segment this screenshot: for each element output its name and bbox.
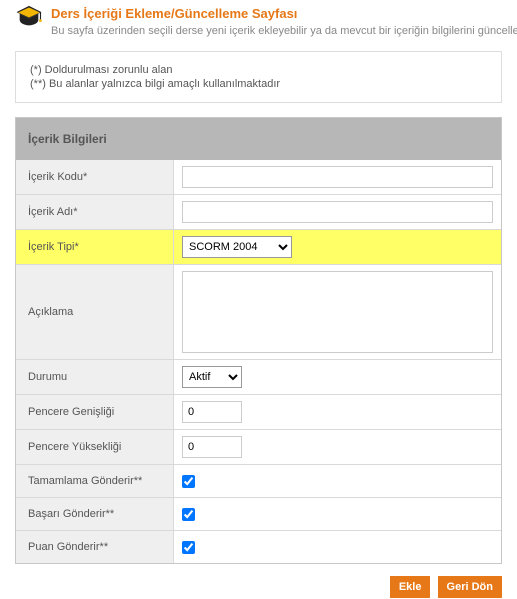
input-win-width[interactable] <box>182 401 242 423</box>
add-button[interactable]: Ekle <box>390 576 431 598</box>
checkbox-complete[interactable] <box>182 475 195 488</box>
form-container: İçerik Bilgileri İçerik Kodu* İçerik Adı… <box>15 117 502 564</box>
textarea-desc[interactable] <box>182 271 493 353</box>
note-info: (**) Bu alanlar yalnızca bilgi amaçlı ku… <box>30 78 487 90</box>
select-status[interactable]: Aktif <box>182 366 242 388</box>
note-required: (*) Doldurulması zorunlu alan <box>30 64 487 76</box>
label-status: Durumu <box>16 359 174 394</box>
select-type[interactable]: SCORM 2004 <box>182 236 292 258</box>
graduation-cap-icon <box>15 4 43 28</box>
label-score: Puan Gönderir** <box>16 530 174 563</box>
required-notes: (*) Doldurulması zorunlu alan (**) Bu al… <box>15 51 502 103</box>
label-code: İçerik Kodu* <box>16 160 174 194</box>
label-win-width: Pencere Genişliği <box>16 394 174 429</box>
input-win-height[interactable] <box>182 436 242 458</box>
input-code[interactable] <box>182 166 493 188</box>
back-button[interactable]: Geri Dön <box>438 576 502 598</box>
label-name: İçerik Adı* <box>16 194 174 229</box>
label-win-height: Pencere Yüksekliği <box>16 429 174 464</box>
label-complete: Tamamlama Gönderir** <box>16 464 174 497</box>
input-name[interactable] <box>182 201 493 223</box>
section-header: İçerik Bilgileri <box>16 118 501 160</box>
label-success: Başarı Gönderir** <box>16 497 174 530</box>
page-title: Ders İçeriği Ekleme/Güncelleme Sayfası <box>51 6 517 21</box>
checkbox-success[interactable] <box>182 508 195 521</box>
page-subtitle: Bu sayfa üzerinden seçili derse yeni içe… <box>51 25 517 37</box>
label-type: İçerik Tipi* <box>16 229 174 264</box>
checkbox-score[interactable] <box>182 541 195 554</box>
label-desc: Açıklama <box>16 264 174 359</box>
